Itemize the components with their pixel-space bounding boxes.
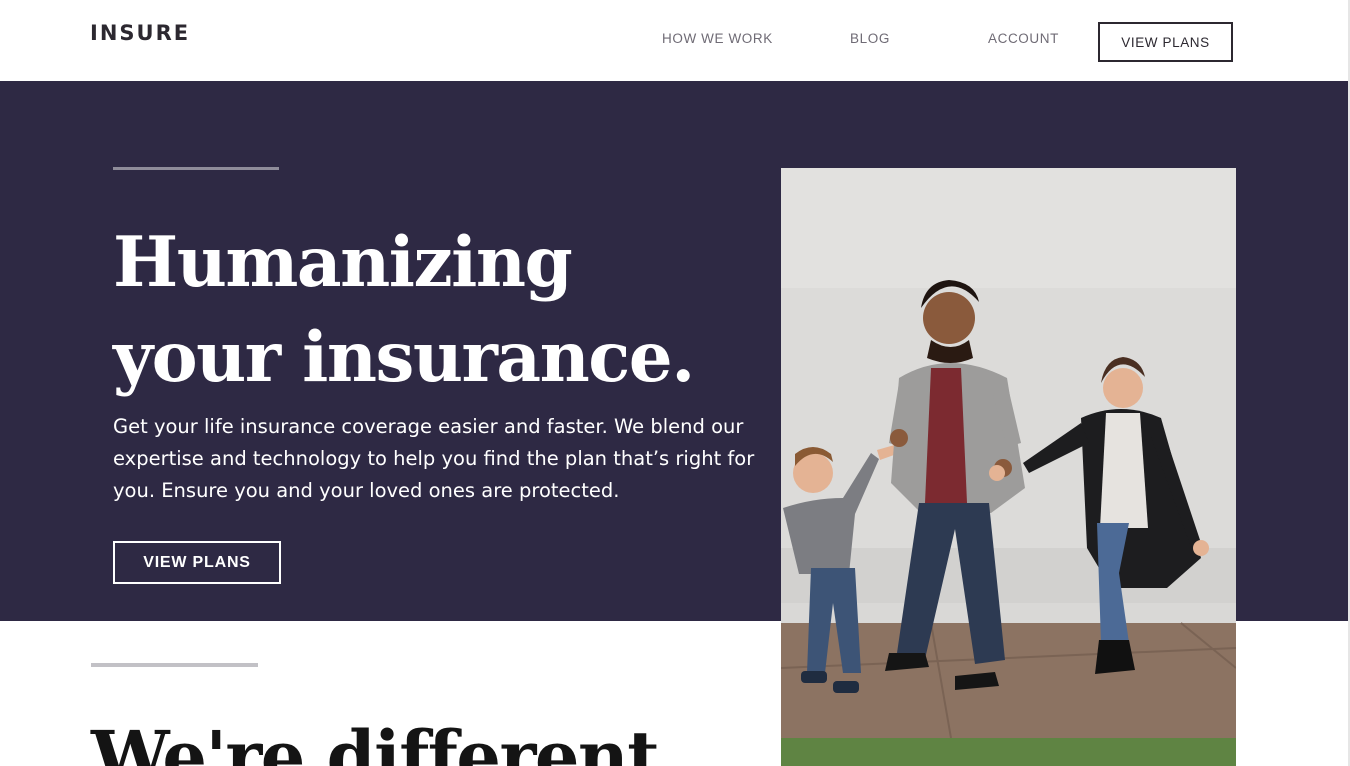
hero-title: Humanizing your insurance.	[113, 222, 695, 398]
hero-description: Get your life insurance coverage easier …	[113, 415, 755, 502]
logo[interactable]: INSURE	[90, 21, 190, 45]
site-header: INSURE HOW WE WORK BLOG ACCOUNT VIEW PLA…	[0, 0, 1350, 81]
section-divider	[91, 663, 258, 667]
section-title: We're different	[91, 715, 660, 766]
nav-link-how-we-work[interactable]: HOW WE WORK	[662, 31, 773, 47]
hero-divider	[113, 167, 279, 170]
nav-link-blog[interactable]: BLOG	[850, 31, 890, 47]
hero-view-plans-button[interactable]: VIEW PLANS	[113, 541, 281, 584]
family-photo-icon	[781, 168, 1236, 766]
header-view-plans-button[interactable]: VIEW PLANS	[1098, 22, 1233, 62]
nav-link-account[interactable]: ACCOUNT	[988, 31, 1059, 47]
